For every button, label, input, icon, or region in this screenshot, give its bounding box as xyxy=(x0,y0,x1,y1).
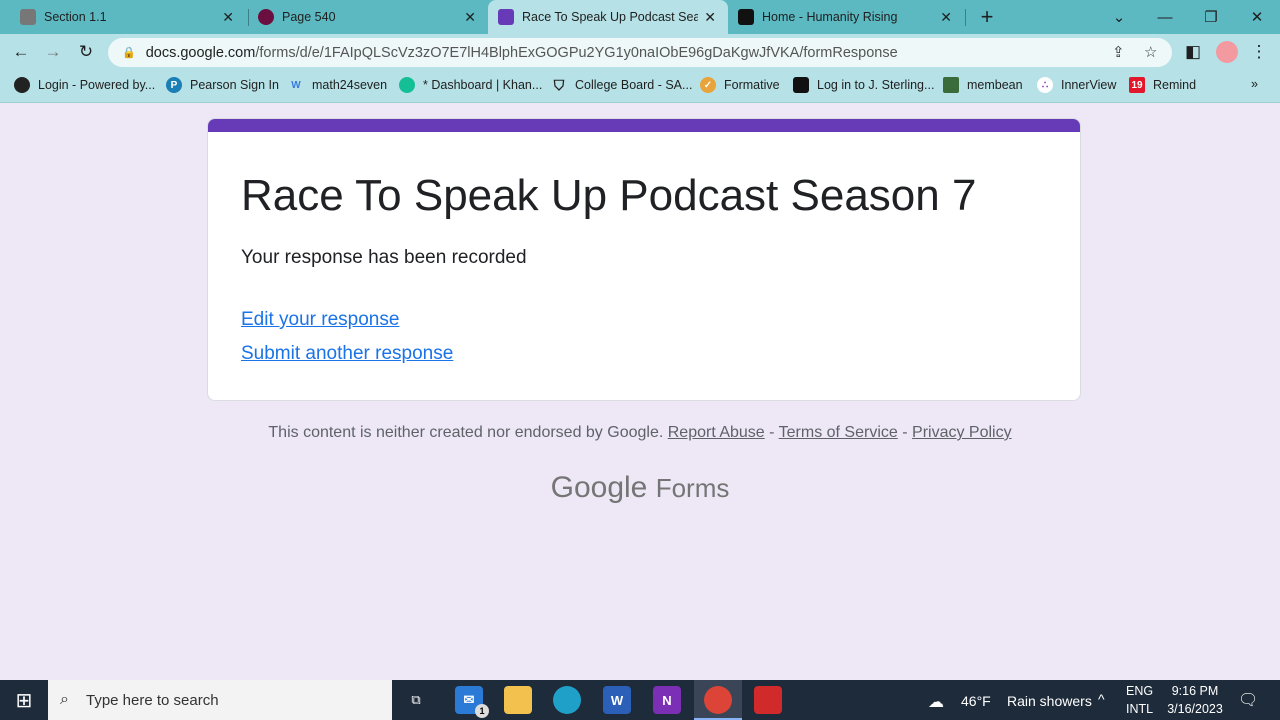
bookmark-membean[interactable]: membean xyxy=(943,77,1023,93)
humanity-rising-icon xyxy=(738,9,754,25)
search-icon: ⌕ xyxy=(60,691,69,708)
app-icon[interactable] xyxy=(754,686,782,714)
bookmark-college-board[interactable]: ⛉ College Board - SA... xyxy=(551,76,693,93)
bookmarks-overflow-button[interactable]: » xyxy=(1251,77,1258,91)
google-forms-icon xyxy=(498,9,514,25)
bookmark-login[interactable]: Login - Powered by... xyxy=(14,77,155,93)
tray-chevron-icon[interactable]: ^ xyxy=(1098,691,1105,707)
report-abuse-link[interactable]: Report Abuse xyxy=(668,424,765,441)
task-view-icon[interactable]: ⧉ xyxy=(402,686,430,714)
tab-search-chevron-icon[interactable]: ⌄ xyxy=(1096,0,1142,34)
acorn-icon: ⛉ xyxy=(553,76,565,93)
tab-strip: Section 1.1 ✕ Page 540 ✕ Race To Speak U… xyxy=(0,0,1280,34)
membean-icon xyxy=(943,77,959,93)
tab-page-540[interactable]: Page 540 ✕ xyxy=(238,0,488,34)
restore-button[interactable]: ❐ xyxy=(1188,0,1234,34)
bookmark-innerview[interactable]: ∴ InnerView xyxy=(1037,77,1116,93)
close-tab-icon[interactable]: ✕ xyxy=(940,9,952,26)
address-bar[interactable]: 🔒 docs.google.com/forms/d/e/1FAIpQLScVz3… xyxy=(108,38,1172,67)
form-footer: This content is neither created nor endo… xyxy=(268,424,1012,441)
form-confirmation-card: Race To Speak Up Podcast Season 7 Your r… xyxy=(207,118,1081,401)
chrome-taskbar-button[interactable] xyxy=(694,680,742,720)
windows-start-icon[interactable]: ⊞ xyxy=(10,686,38,714)
close-window-button[interactable]: ✕ xyxy=(1234,0,1280,34)
khan-icon xyxy=(399,77,415,93)
word-icon[interactable]: W xyxy=(603,686,631,714)
lock-icon: 🔒 xyxy=(122,47,136,59)
bookmark-pearson[interactable]: P Pearson Sign In xyxy=(166,77,279,93)
browser-toolbar: ← → ↻ 🔒 docs.google.com/forms/d/e/1FAIpQ… xyxy=(0,34,1280,70)
bookmark-formative[interactable]: ✓ Formative xyxy=(700,77,780,93)
google-forms-logo[interactable]: Google Forms xyxy=(0,471,1280,505)
chrome-icon xyxy=(704,686,732,714)
bookmarks-bar: Login - Powered by... P Pearson Sign In W… xyxy=(0,70,1280,103)
minimize-button[interactable]: — xyxy=(1142,0,1188,34)
bookmark-remind[interactable]: 19 Remind xyxy=(1129,77,1196,93)
taskbar-search[interactable]: ⌕ Type here to search xyxy=(48,680,392,720)
remind-icon: 19 xyxy=(1129,77,1145,93)
edit-response-link[interactable]: Edit your response xyxy=(241,309,399,331)
tab-section-1-1[interactable]: Section 1.1 ✕ xyxy=(0,0,246,34)
mail-icon[interactable]: ✉ 1 xyxy=(455,686,489,718)
clock[interactable]: 9:16 PM 3/16/2023 xyxy=(1160,684,1230,716)
weather-text[interactable]: Rain showers xyxy=(1007,693,1092,709)
back-button[interactable]: ← xyxy=(8,40,34,64)
side-panel-icon[interactable]: ◧ xyxy=(1180,40,1206,64)
edge-icon[interactable] xyxy=(553,686,581,714)
menu-kebab-icon[interactable]: ⋮ xyxy=(1246,40,1272,64)
close-tab-icon[interactable]: ✕ xyxy=(464,9,476,26)
reload-button[interactable]: ↻ xyxy=(73,40,99,64)
terms-link[interactable]: Terms of Service xyxy=(779,424,898,441)
profile-avatar[interactable] xyxy=(1216,41,1238,63)
new-tab-button[interactable]: + xyxy=(964,0,1010,34)
bookmark-khan[interactable]: * Dashboard | Khan... xyxy=(399,77,542,93)
tab-race-to-speak-up[interactable]: Race To Speak Up Podcast Season 7 ✕ xyxy=(488,0,728,34)
confirmation-message: Your response has been recorded xyxy=(241,247,527,268)
formative-icon: ✓ xyxy=(700,77,716,93)
form-accent-bar xyxy=(208,119,1080,132)
submit-another-response-link[interactable]: Submit another response xyxy=(241,343,453,365)
close-tab-icon[interactable]: ✕ xyxy=(222,9,234,26)
pearson-p-icon xyxy=(258,9,274,25)
math24seven-icon: W xyxy=(291,79,301,91)
j-sterling-icon xyxy=(793,77,809,93)
weather-icon[interactable]: ☁ xyxy=(928,692,944,712)
forward-button[interactable]: → xyxy=(40,40,66,64)
tablet-icon xyxy=(20,9,36,25)
form-title: Race To Speak Up Podcast Season 7 xyxy=(241,171,977,220)
notifications-icon[interactable]: 🗨 xyxy=(1238,690,1258,710)
bookmark-j-sterling[interactable]: Log in to J. Sterling... xyxy=(793,77,934,93)
privacy-link[interactable]: Privacy Policy xyxy=(912,424,1012,441)
language-indicator[interactable]: ENG INTL xyxy=(1126,684,1153,716)
file-explorer-icon[interactable] xyxy=(504,686,532,714)
share-icon[interactable]: ⇪ xyxy=(1112,43,1125,61)
windows-taskbar: ⊞ ⌕ Type here to search ⧉ ✉ 1 W N ☁ 46°F R… xyxy=(0,680,1280,720)
disclaimer-text: This content is neither created nor endo… xyxy=(268,424,664,441)
globe-icon xyxy=(14,77,30,93)
pearson-icon: P xyxy=(166,77,182,93)
onenote-icon[interactable]: N xyxy=(653,686,681,714)
tab-humanity-rising[interactable]: Home - Humanity Rising ✕ xyxy=(728,0,964,34)
bookmark-star-icon[interactable]: ☆ xyxy=(1144,43,1157,61)
weather-temp[interactable]: 46°F xyxy=(961,693,991,709)
innerview-icon: ∴ xyxy=(1037,77,1053,93)
bookmark-math24seven[interactable]: Wmath24seven xyxy=(288,77,387,93)
close-tab-icon[interactable]: ✕ xyxy=(704,9,716,26)
